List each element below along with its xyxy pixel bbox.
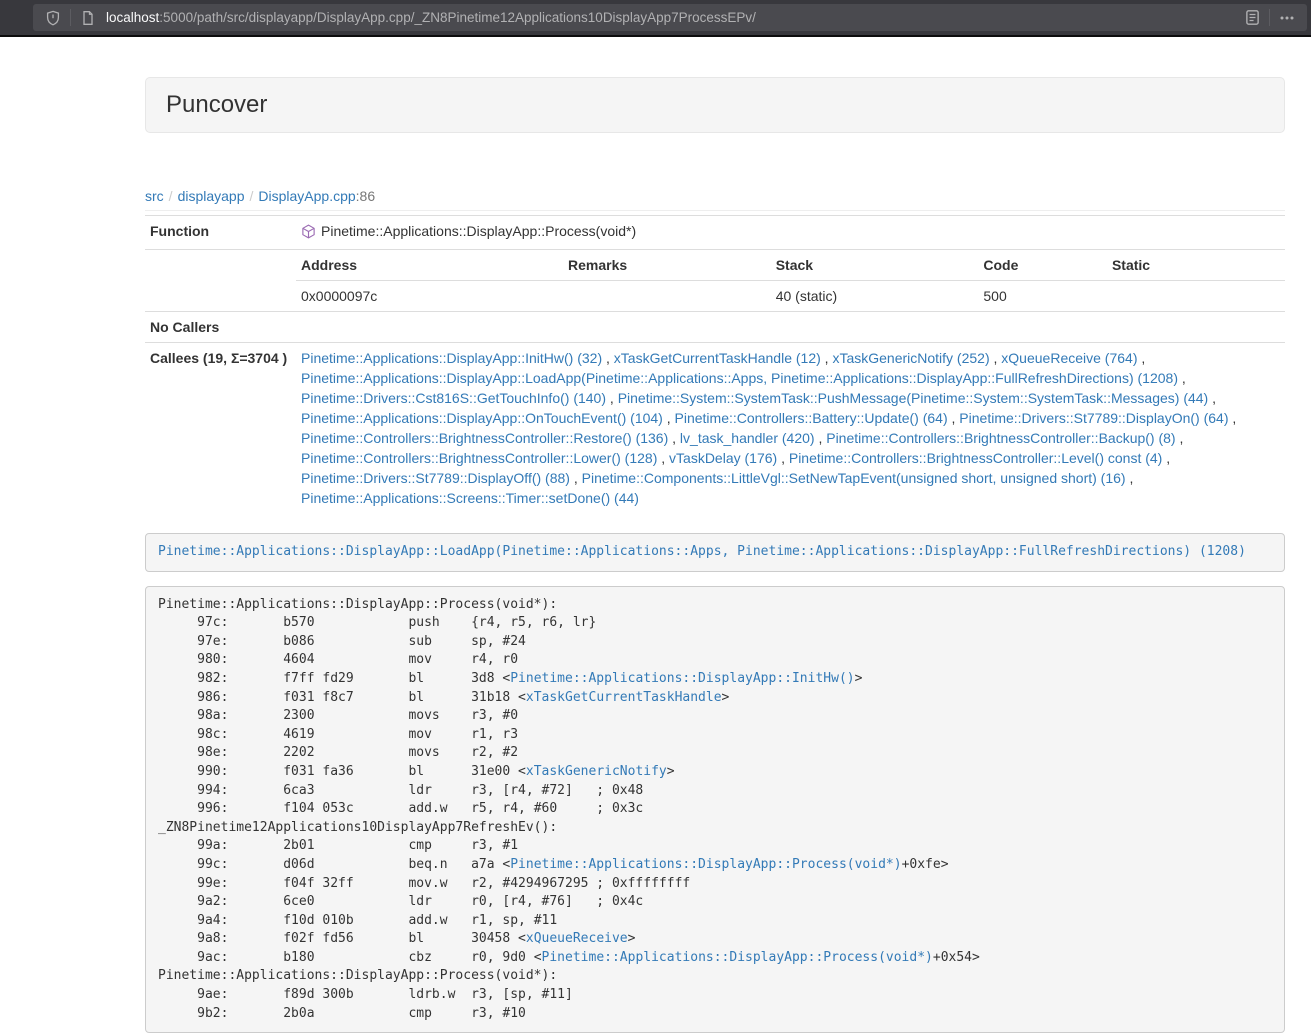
callee-separator: , (1126, 470, 1134, 486)
callee-separator: , (948, 410, 960, 426)
callee-separator: , (1137, 350, 1145, 366)
page-icon (76, 6, 100, 30)
stats-table: Address Remarks Stack Code Static 0x0000… (296, 250, 1285, 311)
code-symbol-link[interactable]: xTaskGetCurrentTaskHandle (526, 690, 722, 705)
callee-link[interactable]: Pinetime::Controllers::BrightnessControl… (301, 430, 668, 446)
remarks-value (563, 281, 771, 312)
callee-link[interactable]: Pinetime::Controllers::BrightnessControl… (789, 450, 1162, 466)
col-stack: Stack (771, 250, 979, 281)
ellipsis-menu-icon[interactable] (1275, 6, 1299, 30)
toolbar-divider (70, 9, 71, 26)
reader-mode-icon[interactable] (1240, 6, 1264, 30)
page-container: Puncover src/displayapp/DisplayApp.cpp:8… (145, 77, 1285, 1033)
breadcrumb: src/displayapp/DisplayApp.cpp:86 (145, 186, 1285, 206)
callee-separator: , (1162, 450, 1170, 466)
callee-separator: , (570, 470, 582, 486)
code-symbol-link[interactable]: Pinetime::Applications::DisplayApp::Init… (510, 671, 854, 686)
callee-separator: , (777, 450, 789, 466)
function-row: Function Pinetime::Applications::Display… (145, 216, 1285, 250)
breadcrumb-src[interactable]: src (145, 188, 164, 204)
code-value: 500 (978, 281, 1107, 312)
divider-rule (145, 210, 1285, 211)
code-symbol-link[interactable]: xTaskGenericNotify (526, 764, 667, 779)
callee-separator: , (1208, 390, 1216, 406)
toolbar-divider (1269, 9, 1270, 26)
callee-separator: , (663, 410, 675, 426)
callee-link[interactable]: Pinetime::Drivers::St7789::DisplayOn() (… (959, 410, 1228, 426)
page-title: Puncover (166, 91, 267, 118)
callee-separator: , (815, 430, 827, 446)
cube-icon (301, 224, 316, 244)
callee-separator: , (990, 350, 1002, 366)
callee-link[interactable]: Pinetime::System::SystemTask::PushMessag… (618, 390, 1209, 406)
browser-toolbar: localhost:5000/path/src/displayapp/Displ… (0, 0, 1311, 37)
breadcrumb-file[interactable]: DisplayApp.cpp (258, 188, 355, 204)
callee-separator: , (1229, 410, 1237, 426)
col-remarks: Remarks (563, 250, 771, 281)
code-symbol-link[interactable]: Pinetime::Applications::DisplayApp::Proc… (510, 857, 901, 872)
code-symbol-link[interactable]: Pinetime::Applications::DisplayApp::Proc… (542, 950, 933, 965)
line-number: :86 (356, 188, 375, 204)
breadcrumb-separator: / (250, 188, 254, 204)
callee-separator: , (821, 350, 833, 366)
stats-value-row: 0x0000097c 40 (static) 500 (296, 281, 1285, 312)
callee-separator: , (1178, 370, 1186, 386)
callee-separator: , (1176, 430, 1184, 446)
callees-list: Pinetime::Applications::DisplayApp::Init… (296, 343, 1285, 514)
col-code: Code (978, 250, 1107, 281)
url-host: localhost (106, 10, 159, 25)
app-header-panel: Puncover (145, 77, 1285, 133)
col-static: Static (1107, 250, 1285, 281)
callee-link[interactable]: Pinetime::Applications::DisplayApp::Load… (301, 370, 1178, 386)
no-callers-row: No Callers (145, 312, 1285, 343)
callee-separator: , (602, 350, 614, 366)
function-label: Function (145, 216, 296, 250)
callees-label: Callees (19, Σ=3704 ) (145, 343, 296, 514)
url-path: :5000/path/src/displayapp/DisplayApp.cpp… (159, 10, 756, 25)
callee-link[interactable]: Pinetime::Applications::DisplayApp::OnTo… (301, 410, 663, 426)
callee-link[interactable]: xTaskGenericNotify (252) (832, 350, 989, 366)
function-name: Pinetime::Applications::DisplayApp::Proc… (321, 223, 636, 239)
stats-header-row: Address Remarks Stack Code Static (296, 250, 1285, 281)
callee-link[interactable]: Pinetime::Components::LittleVgl::SetNewT… (582, 470, 1126, 486)
callee-link[interactable]: xQueueReceive (764) (1001, 350, 1137, 366)
callee-link[interactable]: Pinetime::Drivers::St7789::DisplayOff() … (301, 470, 570, 486)
callee-link[interactable]: Pinetime::Controllers::BrightnessControl… (826, 430, 1175, 446)
address-value: 0x0000097c (296, 281, 563, 312)
no-callers-label: No Callers (145, 312, 296, 343)
disassembly-code: Pinetime::Applications::DisplayApp::Proc… (145, 586, 1285, 1033)
stats-row: Address Remarks Stack Code Static 0x0000… (145, 250, 1285, 312)
callee-link[interactable]: Pinetime::Applications::DisplayApp::Init… (301, 350, 602, 366)
shield-icon[interactable] (41, 6, 65, 30)
breadcrumb-separator: / (169, 188, 173, 204)
callee-link[interactable]: Pinetime::Applications::Screens::Timer::… (301, 490, 639, 506)
callee-link[interactable]: Pinetime::Drivers::Cst816S::GetTouchInfo… (301, 390, 606, 406)
callee-separator: , (606, 390, 618, 406)
callee-separator: , (657, 450, 669, 466)
callee-separator: , (668, 430, 680, 446)
col-address: Address (296, 250, 563, 281)
callees-row: Callees (19, Σ=3704 ) Pinetime::Applicat… (145, 343, 1285, 514)
callee-link[interactable]: lv_task_handler (420) (680, 430, 815, 446)
url-bar[interactable]: localhost:5000/path/src/displayapp/Displ… (33, 4, 1307, 31)
callee-link[interactable]: xTaskGetCurrentTaskHandle (12) (614, 350, 821, 366)
code-symbol-link[interactable]: xQueueReceive (526, 931, 628, 946)
static-value (1107, 281, 1285, 312)
snippet-function-link[interactable]: Pinetime::Applications::DisplayApp::Load… (158, 544, 1246, 559)
stack-value: 40 (static) (771, 281, 979, 312)
function-table: Function Pinetime::Applications::Display… (145, 215, 1285, 513)
url-text[interactable]: localhost:5000/path/src/displayapp/Displ… (106, 10, 1240, 25)
callee-link[interactable]: vTaskDelay (176) (669, 450, 777, 466)
callee-link[interactable]: Pinetime::Controllers::BrightnessControl… (301, 450, 657, 466)
snippet-header-panel: Pinetime::Applications::DisplayApp::Load… (145, 533, 1285, 572)
breadcrumb-displayapp[interactable]: displayapp (178, 188, 245, 204)
callee-link[interactable]: Pinetime::Controllers::Battery::Update()… (675, 410, 948, 426)
